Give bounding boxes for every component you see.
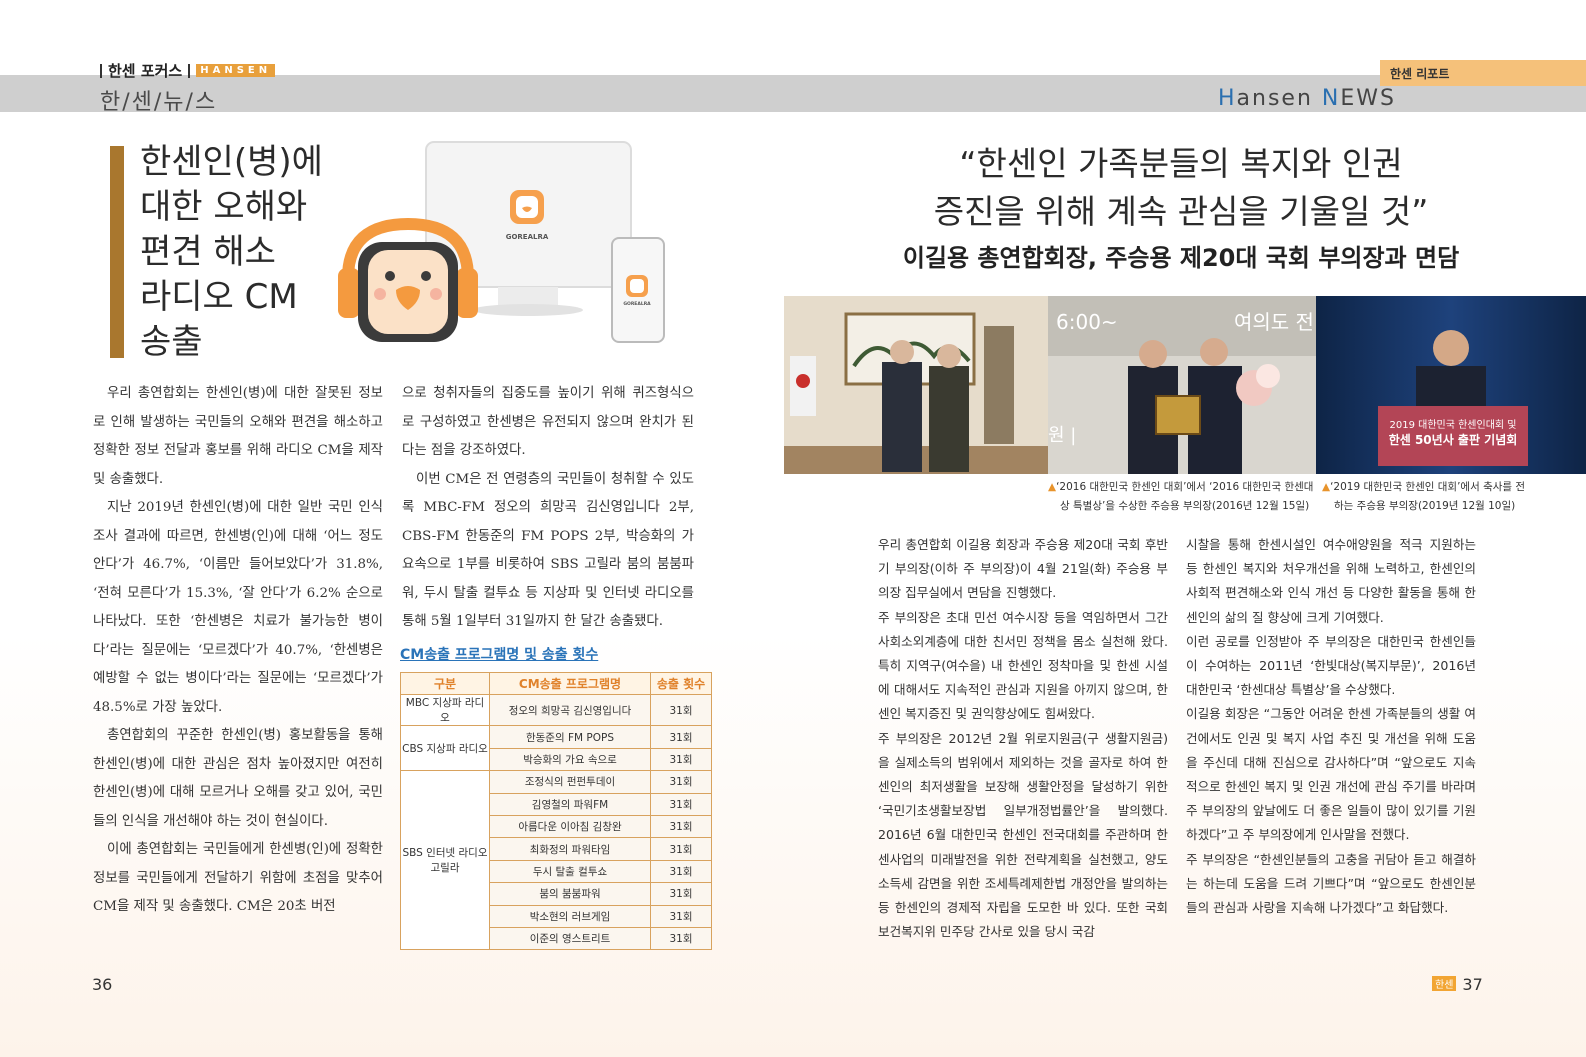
photo-meeting bbox=[784, 296, 1048, 474]
section-subtitle: 한/센/뉴/스 bbox=[100, 90, 218, 115]
hansen-tag: HANSEN bbox=[196, 64, 276, 77]
page-number-right: 한센 37 bbox=[1432, 975, 1483, 994]
table-row: CBS 지상파 라디오 한동준의 FM POPS 31회 bbox=[400, 725, 712, 772]
right-body-col2: 시찰을 통해 한센시설인 여수애양원을 적극 지원하는 등 한센인 복지와 처우… bbox=[1186, 537, 1476, 916]
photo-caption-2: ▲‘2019 대한민국 한센인 대회’에서 축사를 전 하는 주승용 부의장(2… bbox=[1322, 481, 1526, 512]
phone-mascot-icon bbox=[626, 275, 648, 297]
svg-text:GOREALRA: GOREALRA bbox=[623, 301, 651, 307]
monitor-mascot-icon bbox=[510, 190, 544, 224]
header-divider bbox=[188, 63, 191, 78]
cm-table-title: CM송출 프로그램명 및 송출 횟수 bbox=[400, 647, 599, 663]
left-body-col2: 으로 청취자들의 집중도를 높이기 위해 퀴즈형식으로 구성하였고 한센병은 유… bbox=[402, 386, 694, 629]
photo-speech: 2019 대한민국 한센인대회 및 한센 50년사 출판 기념회 bbox=[1316, 296, 1586, 474]
section-name: 한센 포커스 bbox=[108, 62, 183, 80]
photo-caption-1: ▲‘2016 대한민국 한센인 대회’에서 ‘2016 대한민국 한센대 상 특… bbox=[1048, 481, 1314, 512]
svg-text:GOREALRA: GOREALRA bbox=[506, 233, 549, 241]
table-header-row: 구분 CM송출 프로그램명 송출 횟수 bbox=[400, 671, 712, 696]
radio-cm-illustration: GOREALRA GOREALRA bbox=[338, 141, 665, 343]
magazine-spread: 한센 포커스 HANSEN 한/센/뉴/스 한센 리포트 Hansen NEWS… bbox=[0, 0, 1586, 1057]
svg-text:원 |: 원 | bbox=[1048, 425, 1076, 446]
left-section-header: 한센 포커스 HANSEN bbox=[100, 60, 276, 81]
right-article-subtitle: 이길용 총연합회장, 주승용 제20대 국회 부의장과 면담 bbox=[902, 244, 1460, 272]
table-row: SBS 인터넷 라디오 고릴라 조정식의 펀펀투데이 31회 bbox=[400, 770, 712, 951]
triangle-icon: ▲ bbox=[1322, 481, 1331, 493]
right-article-title: “한센인 가족분들의 복지와 인권 증진을 위해 계속 관심을 기울일 것” bbox=[933, 144, 1429, 231]
hansen-mini-logo: 한센 bbox=[1432, 976, 1457, 991]
page-number-left: 36 bbox=[92, 975, 113, 994]
left-body-col1: 우리 총연합회는 한센인(병)에 대한 잘못된 정보로 인해 발생하는 국민들의… bbox=[93, 386, 383, 914]
left-article-title: 한센인(병)에 대한 오해와 편견 해소 라디오 CM 송출 bbox=[140, 142, 323, 362]
title-accent-bar bbox=[110, 146, 124, 358]
table-row: MBC 지상파 라디오 정오의 희망곡 김신영입니다 31회 bbox=[400, 694, 712, 727]
triangle-icon: ▲ bbox=[1048, 481, 1057, 493]
svg-text:여의도 전: 여의도 전 bbox=[1234, 310, 1314, 334]
svg-text:2019 대한민국 한센인대회 및: 2019 대한민국 한센인대회 및 bbox=[1390, 419, 1517, 431]
cm-schedule-table: 구분 CM송출 프로그램명 송출 횟수 MBC 지상파 라디오 정오의 희망곡 김… bbox=[400, 671, 712, 951]
hansen-news-logo: Hansen NEWS bbox=[1218, 86, 1396, 111]
svg-text:한센 50년사 출판 기념회: 한센 50년사 출판 기념회 bbox=[1389, 432, 1518, 447]
mascot-headphones-icon bbox=[338, 217, 478, 342]
header-divider bbox=[100, 63, 102, 78]
photo-award: 6:00~ 여의도 전 원 | bbox=[1048, 296, 1316, 474]
report-tag: 한센 리포트 bbox=[1380, 60, 1586, 86]
svg-text:6:00~: 6:00~ bbox=[1056, 310, 1118, 334]
right-body-col1: 우리 총연합회 이길용 회장과 주승용 제20대 국회 후반기 부의장(이하 주… bbox=[878, 537, 1168, 940]
